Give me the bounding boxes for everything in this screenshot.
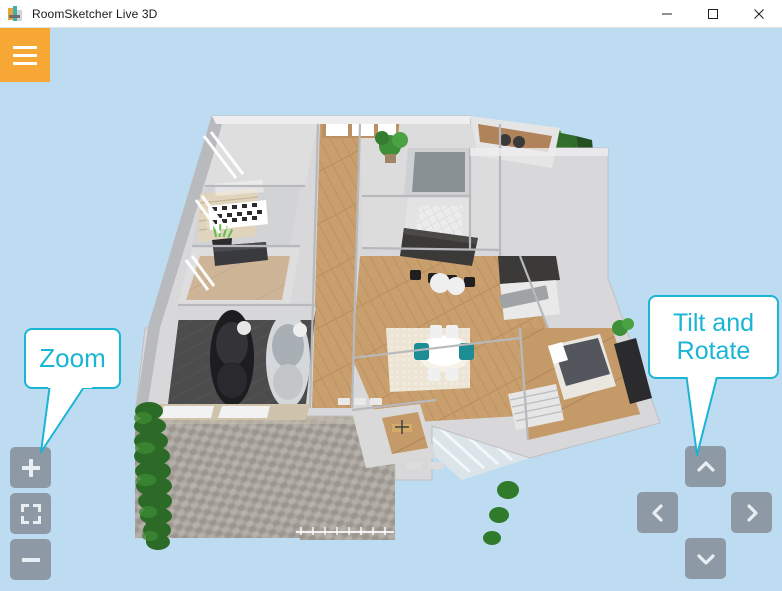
rotate-left-button[interactable] [637, 492, 678, 533]
menu-button[interactable] [0, 28, 50, 82]
zoom-callout-tail [40, 376, 92, 453]
close-icon[interactable] [736, 0, 782, 27]
menu-icon-bar3 [13, 61, 37, 65]
zoom-out-button[interactable] [10, 539, 51, 580]
menu-icon-bar2 [13, 53, 37, 57]
window-controls [644, 0, 782, 27]
minus-icon [21, 557, 40, 562]
tilt-callout-tail [684, 365, 724, 456]
title-bar: RoomSketcher Live 3D [0, 0, 782, 28]
roomsketcher-app-icon [7, 5, 23, 22]
minimize-icon[interactable] [644, 0, 690, 27]
tilt-down-button[interactable] [685, 538, 726, 579]
chevron-left-icon [651, 503, 663, 522]
chevron-right-icon [746, 503, 758, 522]
app-window: RoomSketcher Live 3D Zoom Tilt and Rotat… [0, 0, 782, 591]
chevron-down-icon [696, 553, 715, 565]
menu-icon [13, 45, 37, 49]
rotate-right-button[interactable] [731, 492, 772, 533]
zoom-callout: Zoom [24, 328, 121, 453]
maximize-icon[interactable] [690, 0, 736, 27]
tilt-rotate-callout: Tilt and Rotate [648, 295, 779, 456]
window-title: RoomSketcher Live 3D [32, 6, 158, 21]
